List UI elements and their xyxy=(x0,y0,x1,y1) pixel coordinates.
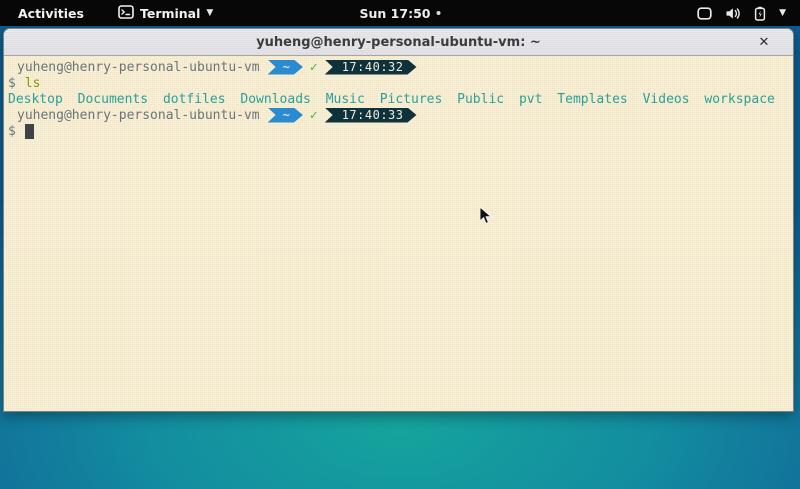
prompt-symbol: $ xyxy=(8,76,16,91)
terminal-body[interactable]: yuheng@henry-personal-ubuntu-vm ~ ✓ 17:4… xyxy=(4,56,793,411)
status-check-icon: ✓ xyxy=(310,108,318,123)
system-status-area[interactable]: ▼ xyxy=(697,6,790,21)
terminal-icon xyxy=(118,5,134,22)
activities-label: Activities xyxy=(18,6,84,21)
file-entry: workspace xyxy=(704,92,774,107)
file-entry: Videos xyxy=(643,92,690,107)
window-title: yuheng@henry-personal-ubuntu-vm: ~ xyxy=(256,35,541,50)
prompt-line-1: yuheng@henry-personal-ubuntu-vm ~ ✓ 17:4… xyxy=(8,59,789,75)
file-entry: Desktop xyxy=(8,92,63,107)
text-cursor xyxy=(25,124,34,139)
file-list: Desktop Documents dotfiles Downloads Music Pi… xyxy=(8,92,789,107)
input-line[interactable]: $ xyxy=(8,123,789,139)
chevron-down-icon: ▼ xyxy=(206,9,213,18)
notification-dot xyxy=(436,11,440,15)
terminal-window: yuheng@henry-personal-ubuntu-vm: ~ ✕ yuh… xyxy=(3,28,794,412)
top-bar: Activities Terminal ▼ Sun 17:50 xyxy=(0,0,800,26)
battery-charging-icon xyxy=(754,6,766,21)
screen-share-icon xyxy=(697,7,712,20)
status-check-icon: ✓ xyxy=(310,60,318,75)
command-text: ls xyxy=(25,76,41,91)
clock-label: Sun 17:50 xyxy=(360,6,431,21)
file-entry: Pictures xyxy=(380,92,443,107)
chevron-down-icon: ▼ xyxy=(779,9,786,18)
ls-output-line: Desktop Documents dotfiles Downloads Music Pi… xyxy=(8,91,789,107)
file-entry: Documents xyxy=(78,92,148,107)
prompt-user: yuheng@henry-personal-ubuntu-vm xyxy=(8,60,260,75)
powerline-segment: ~ ✓ 17:40:33 xyxy=(268,108,417,123)
prompt-symbol: $ xyxy=(8,124,16,139)
file-entry: Templates xyxy=(557,92,627,107)
file-entry: Music xyxy=(326,92,365,107)
app-menu-label: Terminal xyxy=(140,6,200,21)
file-entry: pvt xyxy=(519,92,542,107)
volume-icon xyxy=(725,7,741,20)
file-entry: Public xyxy=(457,92,504,107)
prompt-line-2: yuheng@henry-personal-ubuntu-vm ~ ✓ 17:4… xyxy=(8,107,789,123)
app-menu-button[interactable]: Terminal ▼ xyxy=(110,0,221,26)
time-segment: 17:40:32 xyxy=(325,60,417,75)
powerline-segment: ~ ✓ 17:40:32 xyxy=(268,60,417,75)
activities-button[interactable]: Activities xyxy=(10,0,92,26)
command-line: $ ls xyxy=(8,75,789,91)
mouse-pointer-icon xyxy=(479,206,492,229)
file-entry: Downloads xyxy=(240,92,310,107)
cwd-segment: ~ xyxy=(268,108,303,123)
cwd-segment: ~ xyxy=(268,60,303,75)
clock-button[interactable]: Sun 17:50 xyxy=(360,6,441,21)
close-button[interactable]: ✕ xyxy=(755,33,773,51)
time-segment: 17:40:33 xyxy=(325,108,417,123)
file-entry: dotfiles xyxy=(163,92,226,107)
titlebar[interactable]: yuheng@henry-personal-ubuntu-vm: ~ ✕ xyxy=(4,29,793,56)
prompt-user: yuheng@henry-personal-ubuntu-vm xyxy=(8,108,260,123)
